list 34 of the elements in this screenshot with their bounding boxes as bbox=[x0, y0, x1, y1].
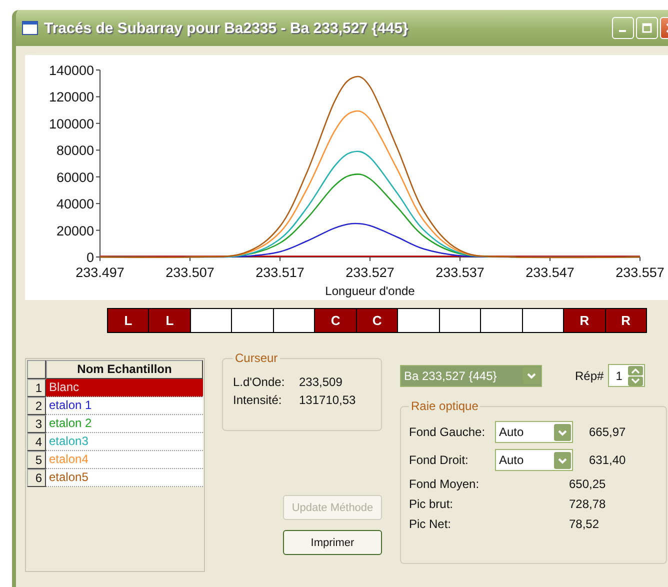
y-tick-label: 0 bbox=[86, 250, 94, 265]
field-value: 665,97 bbox=[589, 425, 626, 439]
window-title: Tracés de Subarray pour Ba2335 - Ba 233,527 {445} bbox=[44, 20, 408, 36]
x-tick-label: 233.497 bbox=[76, 265, 124, 280]
y-tick-label: 20000 bbox=[56, 223, 94, 238]
x-axis-title: Longueur d'onde bbox=[325, 284, 415, 298]
group-title: Raie optique bbox=[410, 399, 480, 413]
field-label: Intensité: bbox=[233, 393, 283, 407]
y-tick-label: 140000 bbox=[48, 63, 94, 78]
field-label: L.d'Onde: bbox=[233, 375, 286, 389]
field-label: Fond Droit: bbox=[409, 453, 470, 467]
y-tick-label: 80000 bbox=[56, 143, 94, 158]
x-tick-label: 233.537 bbox=[436, 265, 484, 280]
field-value: 233,509 bbox=[299, 375, 342, 389]
x-tick-label: 233.547 bbox=[526, 265, 574, 280]
x-tick-label: 233.507 bbox=[166, 265, 214, 280]
field-value: 650,25 bbox=[569, 477, 606, 491]
y-tick-label: 100000 bbox=[48, 116, 94, 132]
y-tick-label: 120000 bbox=[48, 90, 94, 105]
y-tick-label: 40000 bbox=[56, 196, 94, 212]
field-label: Pic Net: bbox=[409, 517, 452, 531]
x-tick-label: 233.557 bbox=[616, 265, 664, 280]
field-value: 131710,53 bbox=[299, 393, 356, 407]
x-tick-label: 233.517 bbox=[256, 265, 304, 280]
field-label: Fond Moyen: bbox=[409, 477, 480, 491]
field-label: Rép# bbox=[575, 368, 604, 382]
field-value: 78,52 bbox=[569, 517, 600, 531]
field-label: Pic brut: bbox=[409, 497, 454, 511]
x-tick-label: 233.527 bbox=[346, 265, 394, 280]
field-label: Fond Gauche: bbox=[409, 425, 486, 439]
field-value: 631,40 bbox=[589, 453, 626, 467]
y-tick-label: 60000 bbox=[56, 170, 94, 185]
group-title: Curseur bbox=[234, 351, 279, 365]
field-value: 728,78 bbox=[569, 497, 606, 511]
